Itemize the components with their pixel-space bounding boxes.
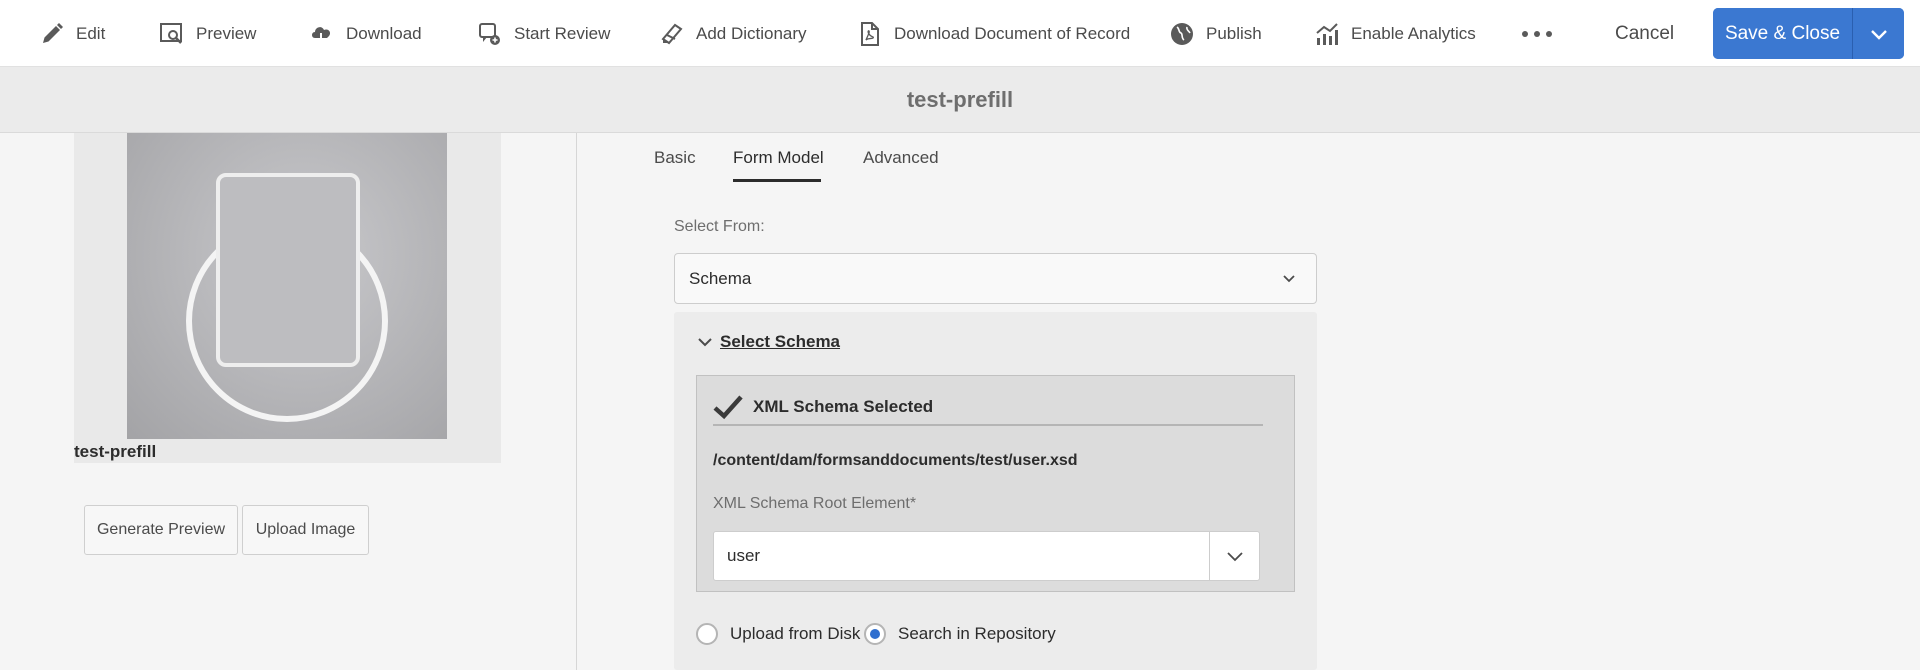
select-from-value: Schema [689,268,752,288]
active-tab-indicator [733,179,821,182]
edit-button[interactable]: Edit [38,0,105,67]
root-element-label: XML Schema Root Element* [713,495,917,512]
radio-selected-dot [870,629,880,639]
add-dictionary-button[interactable]: Add Dictionary [658,0,807,67]
more-dot [1534,31,1540,37]
form-placeholder-icon [186,173,388,422]
globe-icon [1168,20,1196,48]
more-dot [1546,31,1552,37]
preview-icon [158,20,186,48]
thumbnail-card: test-prefill [74,133,501,463]
chevron-down-icon [1870,29,1887,40]
upload-image-button[interactable]: Upload Image [242,505,369,555]
chevron-down-icon [1226,552,1243,562]
select-schema-panel: Select Schema XML Schema Selected /conte… [674,312,1317,670]
tab-form-model[interactable]: Form Model [733,133,824,183]
download-button[interactable]: Download [308,0,422,67]
save-options-button[interactable] [1853,8,1904,59]
more-icon[interactable] [1522,22,1552,46]
root-element-input[interactable] [714,532,1210,580]
publish-label: Publish [1206,23,1262,43]
preview-button[interactable]: Preview [158,0,256,67]
generate-preview-button[interactable]: Generate Preview [84,505,238,555]
start-review-label: Start Review [514,23,611,43]
download-label: Download [346,23,422,43]
upload-from-disk-label: Upload from Disk [730,624,861,643]
select-from-dropdown[interactable]: Schema [674,253,1317,304]
schema-selected-title: XML Schema Selected [753,397,934,416]
chevron-down-icon [698,338,712,347]
cloud-download-icon [308,20,336,48]
select-from-label: Select From: [674,218,765,235]
page-title: test-prefill [906,86,1014,112]
upload-from-disk-radio[interactable] [696,623,718,645]
left-panel: test-prefill Generate Preview Upload Ima… [0,133,577,670]
dictionary-icon [658,20,686,48]
select-schema-title: Select Schema [720,332,841,351]
select-schema-accordion[interactable]: Select Schema [696,332,840,352]
pdf-document-icon [856,20,884,48]
enable-analytics-label: Enable Analytics [1351,23,1476,43]
search-in-repository-radio[interactable] [864,623,886,645]
schema-path: /content/dam/formsanddocuments/test/user… [713,452,1078,469]
upload-from-disk-option[interactable]: Upload from Disk [696,623,860,645]
root-element-dropdown-button[interactable] [1209,532,1259,580]
preview-label: Preview [196,23,257,43]
search-in-repository-label: Search in Repository [898,624,1056,643]
top-toolbar: Edit Preview Download Start Review Add D… [0,0,1920,67]
search-in-repository-option[interactable]: Search in Repository [864,623,1056,645]
save-close-button[interactable]: Save & Close [1713,8,1853,59]
more-dot [1522,31,1528,37]
tab-advanced[interactable]: Advanced [863,133,939,183]
download-dor-label: Download Document of Record [894,23,1131,43]
chevron-down-icon [1283,275,1295,283]
schema-selected-header: XML Schema Selected [713,390,1263,426]
analytics-icon [1313,20,1341,48]
start-review-button[interactable]: Start Review [476,0,610,67]
schema-selected-box: XML Schema Selected /content/dam/formsan… [696,375,1295,592]
edit-label: Edit [76,23,106,43]
tab-basic[interactable]: Basic [654,133,696,183]
add-dictionary-label: Add Dictionary [696,23,807,43]
checkmark-icon [713,395,743,420]
save-close-group: Save & Close [1713,8,1904,59]
publish-button[interactable]: Publish [1168,0,1262,67]
enable-analytics-button[interactable]: Enable Analytics [1313,0,1476,67]
title-bar: test-prefill [0,67,1920,133]
root-element-combobox [713,531,1260,581]
pencil-icon [38,20,66,48]
cancel-button[interactable]: Cancel [1615,0,1674,67]
download-dor-button[interactable]: Download Document of Record [856,0,1130,67]
thumbnail-label: test-prefill [74,442,157,461]
form-thumbnail-image [127,133,447,439]
review-icon [476,20,504,48]
